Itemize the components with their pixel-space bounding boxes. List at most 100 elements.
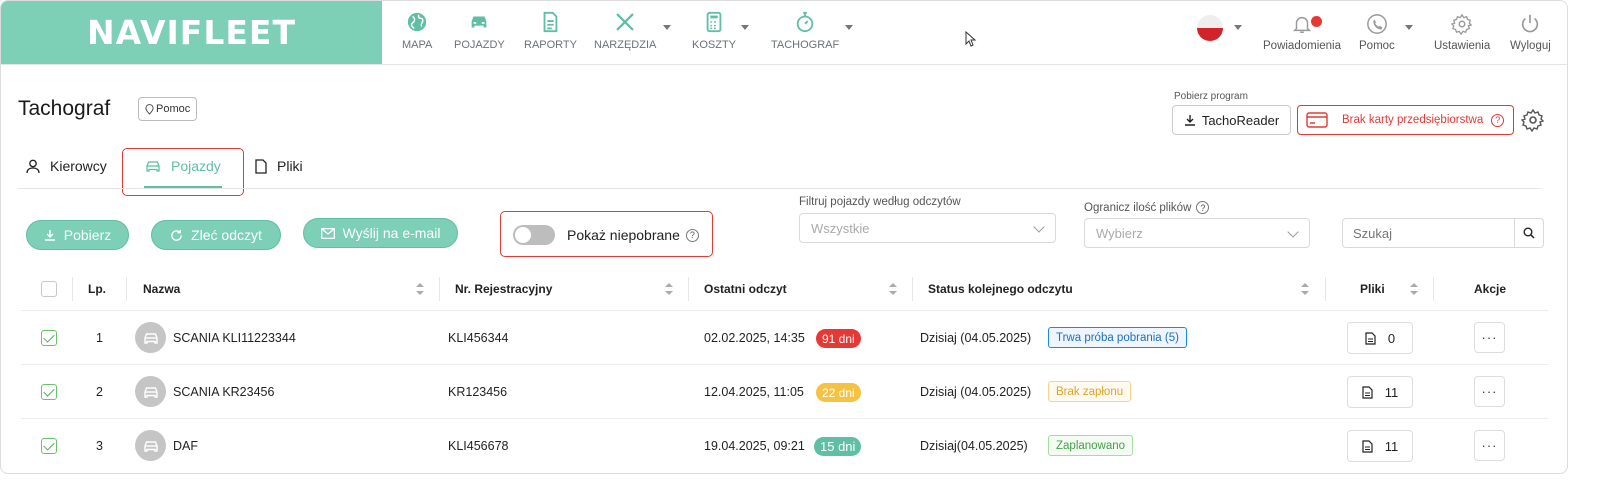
- calculator-icon: [706, 11, 722, 33]
- more-actions-button[interactable]: ···: [1474, 430, 1505, 461]
- download-label: Pobierz: [63, 227, 112, 243]
- vehicle-avatar: [135, 376, 166, 407]
- row-name: DAF: [173, 439, 198, 453]
- row-lp: 3: [96, 439, 103, 453]
- nav-raporty[interactable]: RAPORTY: [524, 11, 577, 51]
- header-name[interactable]: Nazwa: [143, 282, 180, 296]
- toggle-switch[interactable]: [513, 225, 555, 245]
- status-badge: Brak zapłonu: [1048, 381, 1132, 402]
- files-button[interactable]: 0: [1347, 322, 1413, 354]
- row-lp: 2: [96, 385, 103, 399]
- row-checkbox[interactable]: [41, 384, 57, 400]
- logout-button[interactable]: Wyloguj: [1510, 13, 1551, 52]
- vehicle-avatar: [135, 430, 166, 461]
- tachoreader-button[interactable]: TachoReader: [1172, 105, 1291, 135]
- show-not-downloaded-toggle[interactable]: Pokaż niepobrane ?: [513, 225, 699, 245]
- nav-koszty[interactable]: KOSZTY: [692, 11, 736, 51]
- files-count: 11: [1384, 384, 1399, 400]
- order-read-button[interactable]: Zleć odczyt: [151, 220, 281, 250]
- send-email-button[interactable]: Wyślij na e-mail: [303, 218, 458, 248]
- readings-filter-select[interactable]: Wszystkie: [799, 213, 1056, 243]
- app-frame: NAVIFLEET MAPA POJAZDY RAPORTY NARZĘDZIA…: [0, 0, 1568, 474]
- more-actions-button[interactable]: ···: [1474, 376, 1505, 407]
- header-last-read[interactable]: Ostatni odczyt: [704, 282, 787, 296]
- header-files[interactable]: Pliki: [1360, 282, 1385, 296]
- files-button[interactable]: 11: [1347, 376, 1413, 408]
- sort-icon[interactable]: [1301, 283, 1309, 295]
- nav-label: MAPA: [402, 39, 433, 51]
- days-badge: 22 dni: [816, 383, 861, 402]
- files-button[interactable]: 11: [1347, 430, 1413, 462]
- globe-icon: [408, 12, 427, 32]
- row-checkbox[interactable]: [41, 438, 57, 454]
- limit-files-label-wrap: Ogranicz ilość plików ?: [1084, 201, 1210, 214]
- car-icon: [143, 332, 158, 344]
- card-icon: [1306, 112, 1328, 128]
- row-divider: [21, 364, 1548, 365]
- help-chip[interactable]: Pomoc: [138, 97, 198, 121]
- sort-icon[interactable]: [889, 283, 897, 295]
- row-lp: 1: [96, 331, 103, 345]
- chevron-down-icon[interactable]: [845, 25, 853, 30]
- settings-button[interactable]: Ustawienia: [1434, 13, 1490, 52]
- nav-mapa[interactable]: MAPA: [402, 11, 432, 51]
- show-not-downloaded-label: Pokaż niepobrane: [567, 227, 680, 243]
- chevron-down-icon[interactable]: [1234, 25, 1242, 30]
- sort-icon[interactable]: [416, 283, 424, 295]
- download-button[interactable]: Pobierz: [26, 220, 129, 250]
- stopwatch-icon: [796, 11, 814, 33]
- select-all-checkbox[interactable]: [41, 281, 57, 297]
- more-actions-button[interactable]: ···: [1474, 322, 1505, 353]
- column-divider: [912, 277, 913, 301]
- sort-icon[interactable]: [665, 283, 673, 295]
- help-button[interactable]: Pomoc: [1359, 13, 1395, 52]
- top-navigation: NAVIFLEET MAPA POJAZDY RAPORTY NARZĘDZIA…: [1, 1, 1567, 65]
- column-divider: [126, 277, 127, 301]
- chevron-down-icon[interactable]: [741, 25, 749, 30]
- sort-icon[interactable]: [1410, 283, 1418, 295]
- logo[interactable]: NAVIFLEET: [1, 1, 382, 64]
- notifications-button[interactable]: Powiadomienia: [1263, 13, 1341, 52]
- column-divider: [688, 277, 689, 301]
- tab-kierowcy[interactable]: Kierowcy: [26, 158, 107, 174]
- nav-label: NARZĘDZIA: [594, 39, 657, 51]
- search-box: [1342, 218, 1544, 248]
- settings-label: Ustawienia: [1434, 40, 1491, 52]
- download-icon: [1184, 115, 1195, 126]
- tabs-divider: [18, 188, 1541, 189]
- header-lp[interactable]: Lp.: [88, 282, 106, 296]
- language-flag-icon[interactable]: [1197, 15, 1223, 41]
- page-title: Tachograf: [18, 97, 111, 120]
- limit-files-select[interactable]: Wybierz: [1084, 218, 1310, 248]
- tab-pliki[interactable]: Pliki: [255, 158, 303, 174]
- gear-icon[interactable]: [1521, 108, 1545, 132]
- logout-label: Wyloguj: [1510, 40, 1551, 52]
- row-next-read: Dzisiaj (04.05.2025): [920, 331, 1032, 345]
- nav-tachograf[interactable]: TACHOGRAF: [771, 11, 839, 51]
- company-card-button[interactable]: Brak karty przedsiębiorstwa ?: [1297, 105, 1514, 135]
- files-count: 0: [1387, 330, 1396, 346]
- car-icon: [143, 440, 158, 452]
- mail-icon: [320, 227, 335, 239]
- column-divider: [1325, 277, 1326, 301]
- nav-pojazdy[interactable]: POJAZDY: [454, 11, 505, 51]
- header-next-status[interactable]: Status kolejnego odczytu: [928, 282, 1073, 296]
- help-icon[interactable]: ?: [1196, 201, 1210, 214]
- nav-label: KOSZTY: [692, 39, 737, 51]
- nav-narzedzia[interactable]: NARZĘDZIA: [594, 11, 656, 51]
- row-name: SCANIA KLI11223344: [173, 331, 296, 345]
- chevron-down-icon[interactable]: [663, 25, 671, 30]
- row-checkbox[interactable]: [41, 330, 57, 346]
- help-icon[interactable]: ?: [1491, 113, 1505, 127]
- help-icon[interactable]: ?: [685, 228, 699, 242]
- user-icon: [26, 159, 40, 173]
- search-input[interactable]: [1343, 219, 1514, 247]
- header-reg[interactable]: Nr. Rejestracyjny: [455, 282, 552, 296]
- search-button[interactable]: [1514, 219, 1543, 247]
- mouse-cursor-icon: [965, 31, 977, 47]
- phone-icon: [1366, 14, 1387, 34]
- chevron-down-icon[interactable]: [1405, 25, 1413, 30]
- readings-filter-label: Filtruj pojazdy według odczytów: [799, 196, 961, 208]
- logo-text: NAVIFLEET: [87, 13, 296, 52]
- vehicle-avatar: [135, 322, 166, 353]
